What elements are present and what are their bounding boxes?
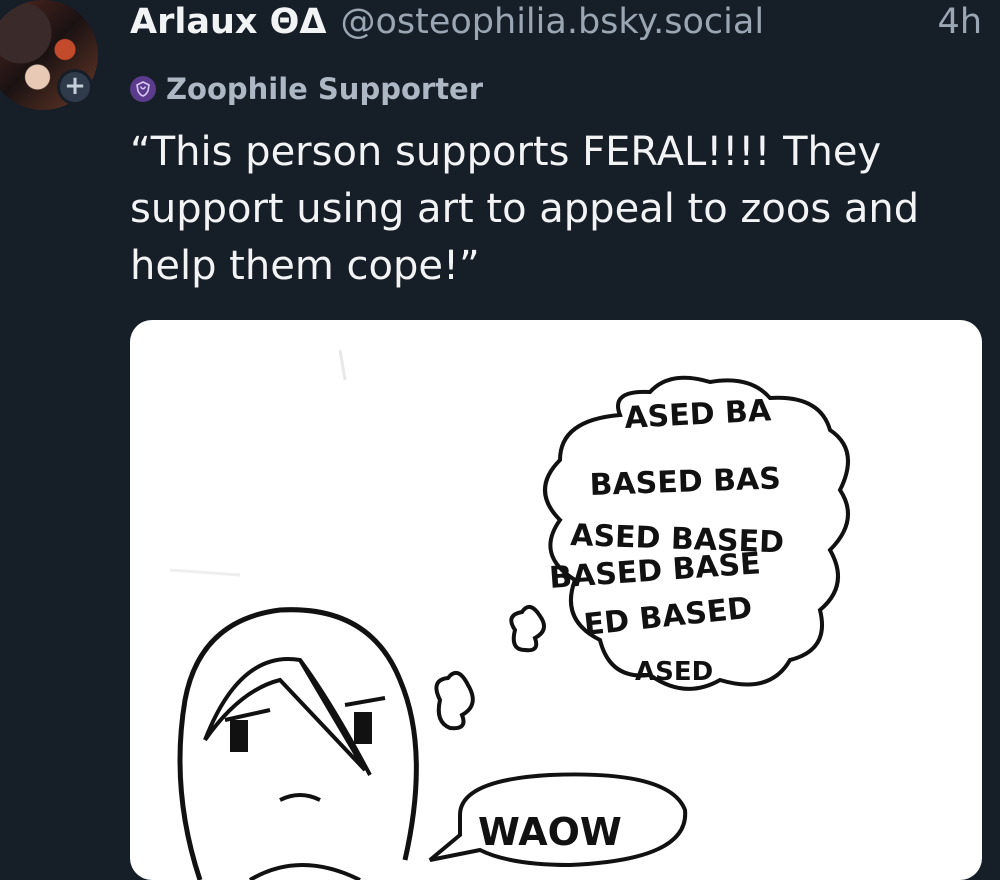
author-avatar-container[interactable]: + [0,0,104,110]
thought-puff [434,670,475,731]
speech-bubble: WAOW [428,772,688,868]
label-shield-icon [130,76,156,102]
author-handle[interactable]: @osteophilia.bsky.social [340,2,764,42]
post-header: Arlaux ΘΔ @osteophilia.bsky.social 4h [130,2,982,52]
moderation-label[interactable]: Zoophile Supporter [130,72,483,106]
post-image[interactable]: ASED BA BASED BAS ASED BASED BASED BASE … [130,320,982,880]
label-text: Zoophile Supporter [166,72,484,106]
post-timestamp[interactable]: 4h [938,2,982,42]
speech-text: WAOW [478,810,622,854]
thought-puff [509,604,546,653]
author-display-name[interactable]: Arlaux ΘΔ [130,2,326,42]
thought-line: ASED [635,657,713,687]
plus-icon[interactable]: + [57,69,93,105]
character-drawing [177,607,419,880]
thought-bubble: ASED BA BASED BAS ASED BASED BASED BASE … [543,375,850,691]
post-text: “This person supports FERAL!!!! They sup… [130,129,920,289]
thought-line: BASED BAS [589,461,781,503]
